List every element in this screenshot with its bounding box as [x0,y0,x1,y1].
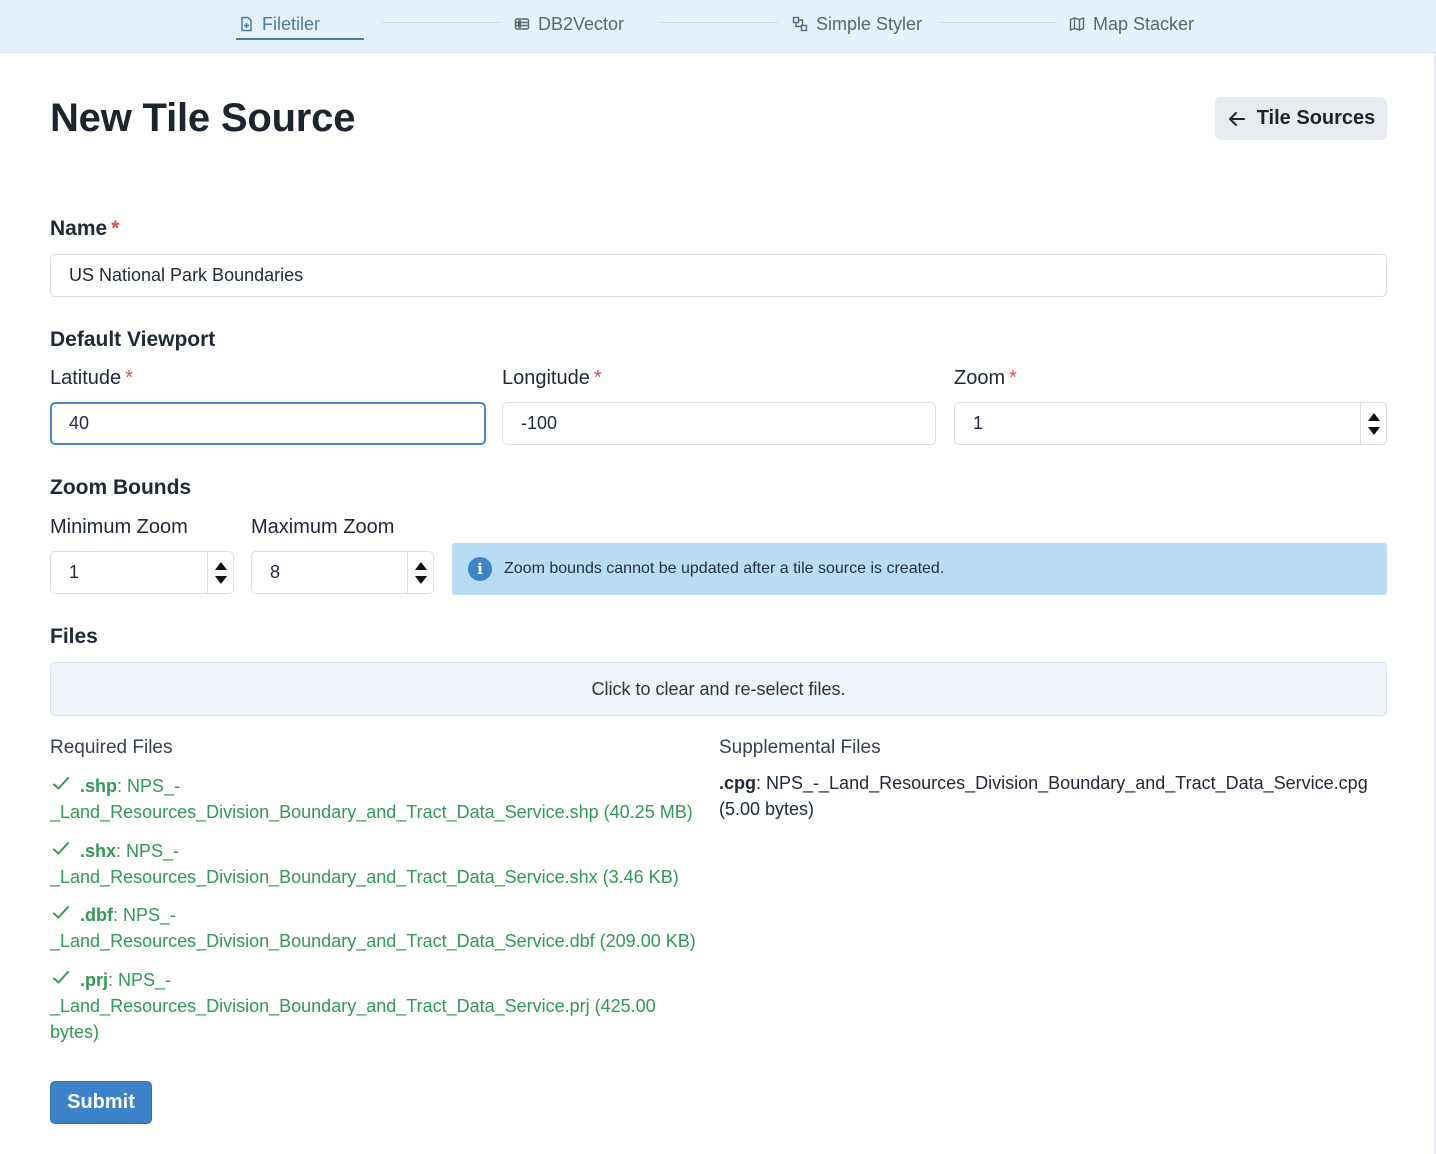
nav-connector [940,22,1056,23]
supplemental-file-cpg: .cpg: NPS_-_Land_Resources_Division_Boun… [719,773,1368,819]
file-plus-icon [241,16,252,32]
submit-button[interactable]: Submit [50,1081,152,1124]
nav-connector [660,22,778,23]
check-icon [52,773,72,799]
required-files-title: Required Files [50,737,173,758]
latitude-value: 40 [69,413,90,433]
tab-filetiler[interactable]: Filetiler [235,9,365,40]
name-input[interactable]: US National Park Boundaries [50,254,1387,297]
longitude-value: -100 [521,413,558,433]
decrement-arrow-icon[interactable] [214,575,227,584]
arrow-left-icon [1228,111,1245,126]
maximum-zoom-value: 8 [270,562,281,582]
zoom-stepper[interactable] [1360,403,1386,444]
minimum-zoom-label: Minimum Zoom [50,516,188,538]
minimum-zoom-input[interactable]: 1 [50,551,234,594]
dropzone-text: Click to clear and re-select files. [591,678,846,699]
maximum-zoom-input[interactable]: 8 [251,551,434,594]
longitude-input[interactable]: -100 [502,402,936,445]
required-file-shx: .shx: NPS_- _Land_Resources_Division_Bou… [50,838,710,890]
decrement-arrow-icon[interactable] [414,575,427,584]
files-heading: Files [50,625,98,648]
maximum-zoom-stepper[interactable] [407,552,433,593]
database-icon [514,18,530,30]
required-mark: * [111,217,120,240]
tab-label: Map Stacker [1093,13,1195,34]
tab-label: Filetiler [262,13,321,34]
default-viewport-heading: Default Viewport [50,328,216,351]
tab-label: Simple Styler [816,13,923,34]
style-nodes-icon [792,16,808,32]
file-dropzone[interactable]: Click to clear and re-select files. [50,662,1387,716]
longitude-label: Longitude * [502,367,602,389]
back-button-label: Tile Sources [1256,107,1376,129]
check-icon [52,902,72,928]
tab-map-stacker[interactable]: Map Stacker [1069,9,1194,39]
map-icon [1069,16,1085,32]
supplemental-files-title: Supplemental Files [719,737,881,758]
increment-arrow-icon[interactable] [214,561,227,570]
required-mark: * [1009,367,1017,389]
latitude-label: Latitude * [50,367,133,389]
decrement-arrow-icon[interactable] [1367,426,1380,435]
required-file-shp: .shp: NPS_- _Land_Resources_Division_Bou… [50,773,710,825]
tab-db2vector[interactable]: DB2Vector [514,9,624,39]
minimum-zoom-stepper[interactable] [207,552,233,593]
maximum-zoom-label: Maximum Zoom [251,516,395,538]
zoom-label: Zoom * [954,367,1017,389]
top-navigation: Filetiler DB2Vector Simple Styler Map St… [0,0,1436,53]
minimum-zoom-value: 1 [69,562,80,582]
check-icon [52,838,72,864]
zoom-bounds-heading: Zoom Bounds [50,476,192,499]
tab-simple-styler[interactable]: Simple Styler [792,9,922,39]
zoom-input[interactable]: 1 [954,402,1387,445]
required-mark: * [125,367,133,389]
back-to-tile-sources-button[interactable]: Tile Sources [1215,97,1387,140]
info-icon: i [468,557,492,581]
nav-connector [382,22,500,23]
name-label: Name * [50,217,120,240]
required-file-prj: .prj: NPS_- _Land_Resources_Division_Bou… [50,967,710,1045]
zoom-bounds-info-alert: i Zoom bounds cannot be updated after a … [452,543,1387,595]
info-alert-text: Zoom bounds cannot be updated after a ti… [504,560,945,577]
increment-arrow-icon[interactable] [414,561,427,570]
required-mark: * [593,367,602,389]
name-value: US National Park Boundaries [69,265,304,285]
required-file-dbf: .dbf: NPS_- _Land_Resources_Division_Bou… [50,902,710,954]
zoom-value: 1 [973,413,984,433]
increment-arrow-icon[interactable] [1367,412,1380,421]
tab-label: DB2Vector [538,13,625,34]
latitude-input[interactable]: 40 [50,402,486,445]
page-title: New Tile Source [50,96,356,140]
check-icon [52,967,72,993]
